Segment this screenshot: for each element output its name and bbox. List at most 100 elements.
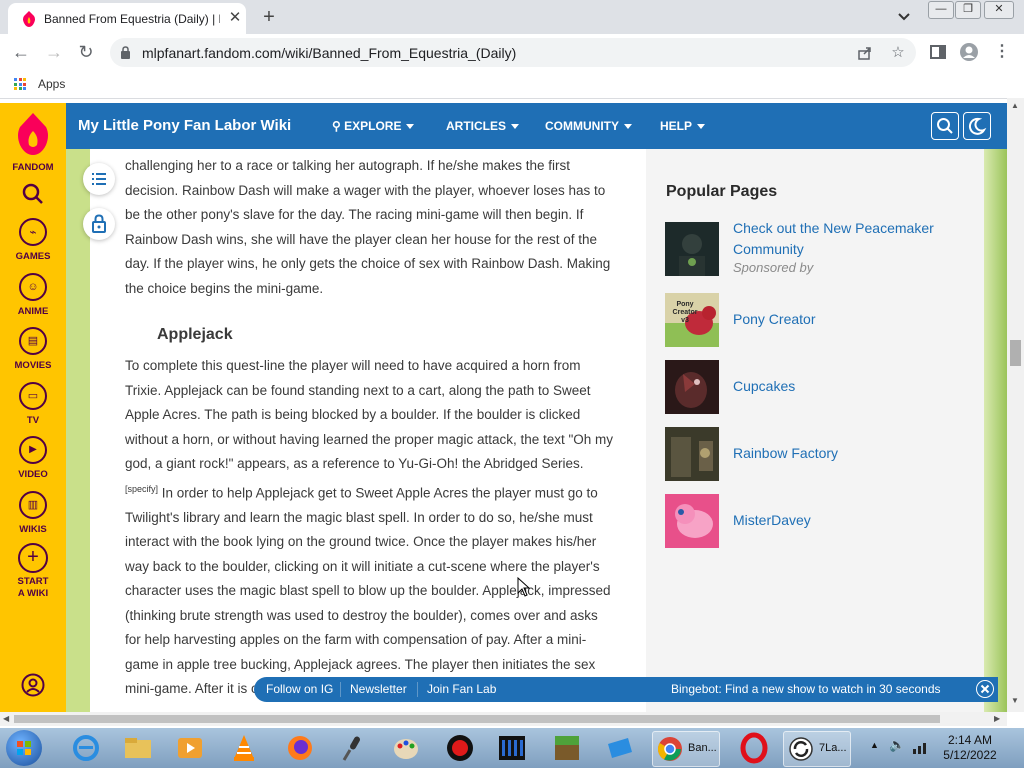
internet-explorer-icon[interactable] — [70, 732, 102, 764]
tab-title: Banned From Equestria (Daily) | M — [44, 12, 220, 26]
scroll-up-icon[interactable]: ▲ — [1011, 101, 1019, 110]
apps-bookmark[interactable]: Apps — [38, 77, 65, 91]
back-arrow-icon[interactable]: ← — [10, 42, 32, 62]
horizontal-scrollbar[interactable]: ◀ ▶ — [0, 712, 1007, 726]
bingebot-promo-link[interactable]: Bingebot: Find a new show to watch in 30… — [671, 682, 941, 696]
rail-item-start-wiki[interactable]: + START A WIKI — [0, 543, 66, 600]
table-of-contents-button[interactable] — [83, 163, 115, 195]
popular-page-item[interactable]: Rainbow Factory — [665, 427, 965, 481]
taskbar-chrome-label: Ban... — [688, 742, 717, 754]
side-panel-icon[interactable] — [928, 42, 948, 62]
close-bar-button[interactable] — [976, 680, 994, 698]
movies-icon: ▤ — [19, 327, 47, 355]
blue-app-icon[interactable] — [604, 732, 636, 764]
popular-page-item[interactable]: Cupcakes — [665, 360, 965, 414]
share-icon[interactable] — [856, 44, 874, 62]
article-content: challenging her to a race or talking her… — [90, 149, 646, 712]
opera-icon[interactable] — [738, 732, 770, 764]
scroll-right-icon[interactable]: ▶ — [994, 714, 1000, 723]
rail-item-movies[interactable]: ▤ MOVIES — [0, 327, 66, 372]
rail-label-video: VIDEO — [18, 469, 48, 480]
rail-item-wikis[interactable]: ▥ WIKIS — [0, 491, 66, 536]
system-clock[interactable]: 2:14 AM 5/12/2022 — [938, 733, 1002, 763]
popular-page-link[interactable]: Rainbow Factory — [733, 443, 838, 464]
scroll-left-icon[interactable]: ◀ — [3, 714, 9, 723]
bookmark-star-icon[interactable]: ☆ — [889, 44, 907, 62]
rail-item-video[interactable]: ▶ VIDEO — [0, 436, 66, 481]
vertical-scroll-thumb[interactable] — [1010, 340, 1021, 366]
taskbar-chrome-window[interactable]: Ban... — [652, 731, 720, 767]
address-bar[interactable]: mlpfanart.fandom.com/wiki/Banned_From_Eq… — [110, 38, 916, 67]
nav-community[interactable]: COMMUNITY — [545, 119, 632, 133]
taskbar-app-window[interactable]: 7La... — [783, 731, 851, 767]
rail-label-fandom: FANDOM — [12, 162, 54, 173]
tab-search-chevron-icon[interactable] — [894, 8, 914, 26]
newsletter-link[interactable]: Newsletter — [350, 682, 407, 696]
network-icon[interactable] — [912, 739, 930, 755]
tray-expand-icon[interactable]: ▲ — [870, 740, 879, 750]
start-button[interactable] — [6, 730, 42, 766]
forward-arrow-icon[interactable]: → — [43, 42, 65, 62]
popular-page-link[interactable]: Check out the New Peacemaker Community — [733, 218, 963, 260]
mouse-cursor-icon — [517, 577, 531, 597]
scroll-down-icon[interactable]: ▼ — [1011, 696, 1019, 705]
new-tab-icon[interactable]: + — [258, 6, 280, 28]
piano-app-icon[interactable] — [496, 732, 528, 764]
page-lock-button[interactable] — [83, 208, 115, 240]
wiki-name-link[interactable]: My Little Pony Fan Labor Wiki — [78, 117, 291, 134]
close-window-icon[interactable]: ✕ — [984, 1, 1014, 19]
vlc-icon[interactable] — [228, 732, 260, 764]
specify-note[interactable]: [specify] — [125, 484, 158, 494]
apps-grid-icon[interactable] — [14, 78, 26, 90]
article-paragraph: challenging her to a race or talking her… — [125, 158, 611, 296]
vertical-scrollbar[interactable]: ▲ ▼ — [1007, 98, 1024, 712]
record-icon[interactable] — [444, 732, 476, 764]
wikis-icon: ▥ — [19, 491, 47, 519]
misterdavey-thumbnail — [665, 494, 719, 548]
rail-user[interactable] — [0, 673, 66, 702]
clock-date: 5/12/2022 — [943, 748, 997, 762]
rail-item-games[interactable]: ⌁ GAMES — [0, 218, 66, 263]
volume-icon[interactable]: 🔈 — [889, 737, 905, 753]
rail-item-tv[interactable]: ▭ TV — [0, 382, 66, 427]
wiki-search-button[interactable] — [931, 112, 959, 140]
windows-taskbar: Ban... 7La... ▲ 🔈 2:14 AM 5/12/2022 — [0, 728, 1024, 768]
minecraft-icon[interactable] — [551, 732, 583, 764]
menu-kebab-icon[interactable]: ⋮ — [992, 42, 1012, 62]
sponsored-label: Sponsored by — [733, 260, 814, 275]
nav-articles[interactable]: ARTICLES — [446, 119, 519, 133]
rail-label-anime: ANIME — [17, 306, 49, 317]
minimize-window-icon[interactable]: — — [928, 1, 954, 19]
microphone-icon[interactable] — [338, 732, 370, 764]
peacemaker-thumbnail — [665, 222, 719, 276]
profile-avatar-icon[interactable] — [959, 42, 979, 62]
theme-toggle-button[interactable] — [963, 112, 991, 140]
chrome-icon — [657, 737, 682, 761]
paint-icon[interactable] — [390, 732, 422, 764]
browser-tab[interactable]: Banned From Equestria (Daily) | M ✕ — [8, 3, 246, 34]
games-icon: ⌁ — [19, 218, 47, 246]
sync-app-icon — [789, 737, 813, 761]
nav-help[interactable]: HELP — [660, 119, 706, 133]
popular-page-item[interactable]: MisterDavey — [665, 494, 965, 548]
close-tab-icon[interactable]: ✕ — [226, 9, 244, 27]
restore-window-icon[interactable]: ❐ — [955, 1, 981, 19]
popular-page-item[interactable]: Check out the New Peacemaker Community S… — [665, 220, 965, 278]
rail-search[interactable] — [0, 183, 66, 210]
nav-explore[interactable]: ⚲ EXPLORE — [332, 119, 415, 133]
popular-page-link[interactable]: MisterDavey — [733, 510, 811, 531]
rail-item-anime[interactable]: ☺ ANIME — [0, 273, 66, 318]
follow-ig-link[interactable]: Follow on IG — [266, 682, 333, 696]
fandom-favicon-icon — [23, 11, 35, 27]
firefox-icon[interactable] — [284, 732, 316, 764]
chevron-down-icon — [406, 124, 415, 130]
file-explorer-icon[interactable] — [122, 732, 154, 764]
media-player-icon[interactable] — [174, 732, 206, 764]
join-fan-lab-link[interactable]: Join Fan Lab — [427, 682, 496, 696]
fandom-home-link[interactable]: FANDOM — [0, 111, 66, 174]
popular-page-link[interactable]: Pony Creator — [733, 309, 815, 330]
horizontal-scroll-thumb[interactable] — [14, 715, 940, 723]
popular-page-item[interactable]: Pony Creator v3 Pony Creator — [665, 293, 965, 347]
popular-page-link[interactable]: Cupcakes — [733, 376, 795, 397]
reload-icon[interactable]: ↻ — [75, 42, 97, 62]
